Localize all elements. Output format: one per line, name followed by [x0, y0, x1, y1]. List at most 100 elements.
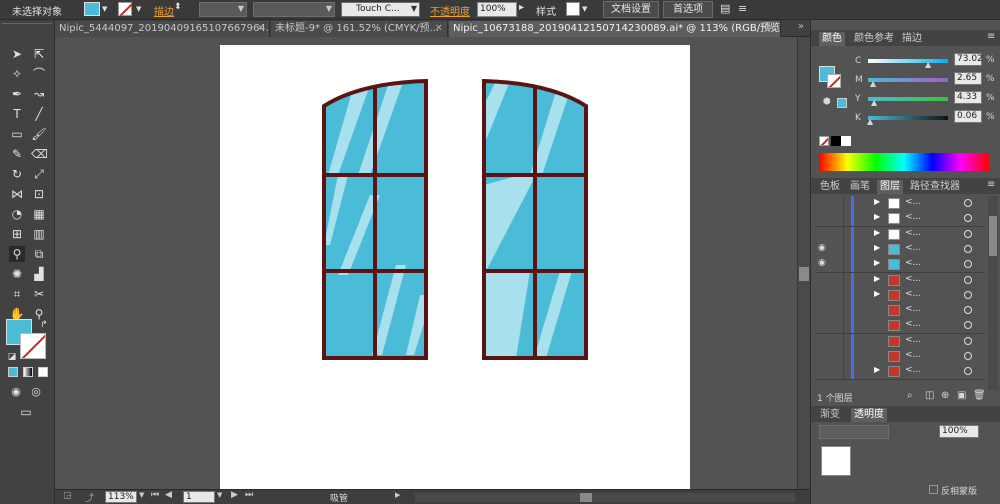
scale-tool-icon[interactable]: ⤢	[31, 166, 47, 182]
width-tool-icon[interactable]: ⋈	[9, 186, 25, 202]
next-artboard-icon[interactable]: ▶	[231, 490, 238, 500]
tab-document-3[interactable]: Nipic_10673188_20190412150714230089.ai* …	[449, 21, 781, 37]
layer-row[interactable]: ▶ <...	[815, 211, 985, 228]
expand-arrow-icon[interactable]: ▶	[874, 212, 880, 221]
black-color-chip[interactable]	[831, 136, 841, 146]
target-circle-icon[interactable]	[964, 229, 972, 238]
chevron-down-icon[interactable]: ▼	[102, 5, 107, 13]
stroke-stepper-icon[interactable]: ⬍	[174, 2, 182, 12]
pen-tool-icon[interactable]: ✒	[9, 86, 25, 102]
brush-dropdown[interactable]: Touch C... ▼	[341, 2, 420, 17]
draw-behind-icon[interactable]: ◎	[28, 384, 44, 400]
blend-mode-dropdown[interactable]	[819, 425, 889, 439]
variable-width-dropdown[interactable]: ▼	[253, 2, 335, 17]
visibility-toggle[interactable]	[818, 350, 828, 362]
stroke-swatch[interactable]	[118, 2, 132, 16]
artboard[interactable]	[220, 45, 690, 489]
perspective-grid-icon[interactable]: ▦	[31, 206, 47, 222]
zoom-dropdown-icon[interactable]: ▼	[139, 491, 144, 499]
close-icon[interactable]: ✕	[257, 21, 265, 36]
slider-m[interactable]	[868, 78, 948, 82]
lock-toggle[interactable]	[832, 318, 844, 334]
tab-pathfinder[interactable]: 路径查找器	[907, 180, 963, 194]
layer-row[interactable]: ▶ <...	[815, 272, 985, 289]
horizontal-scrollbar-thumb[interactable]	[580, 493, 592, 502]
swap-colors-icon[interactable]: ↱	[36, 317, 52, 333]
lock-toggle[interactable]	[832, 303, 844, 319]
layer-row[interactable]: <...	[815, 303, 985, 320]
lasso-icon[interactable]: ⌒	[31, 66, 47, 82]
screen-mode-icon[interactable]: ▭	[18, 404, 34, 420]
slider-k-thumb[interactable]: ▲	[867, 117, 873, 126]
expand-arrow-icon[interactable]: ▶	[874, 243, 880, 252]
stroke-weight-dropdown[interactable]: ▼	[199, 2, 247, 17]
channel-m-value[interactable]: 2.65	[954, 72, 982, 85]
artboard-tool-icon[interactable]: ⌗	[9, 286, 25, 302]
default-colors-icon[interactable]: ◪	[4, 349, 20, 365]
last-artboard-icon[interactable]: ⏭	[245, 490, 253, 500]
line-tool-icon[interactable]: ╱	[31, 106, 47, 122]
shape-builder-icon[interactable]: ◔	[9, 206, 25, 222]
prev-artboard-icon[interactable]: ◀	[165, 490, 172, 500]
visibility-toggle[interactable]	[818, 365, 828, 377]
artboard-nav-icon[interactable]: ◲	[63, 491, 72, 501]
curvature-tool-icon[interactable]: ↝	[31, 86, 47, 102]
panel-options-icon[interactable]: ≡	[738, 2, 747, 15]
target-circle-icon[interactable]	[964, 367, 972, 376]
target-circle-icon[interactable]	[964, 244, 972, 253]
chevron-down-icon[interactable]: ▼	[582, 5, 587, 13]
tab-color[interactable]: 颜色	[819, 32, 845, 46]
lock-toggle[interactable]	[832, 272, 844, 288]
visibility-toggle[interactable]	[818, 335, 828, 347]
draw-mode-icon[interactable]: ◉	[8, 384, 24, 400]
layers-scrollbar[interactable]	[988, 196, 998, 390]
target-circle-icon[interactable]	[964, 306, 972, 315]
slider-y[interactable]	[868, 97, 948, 101]
layer-row[interactable]: ◉ ▶ <...	[815, 241, 985, 258]
slider-k[interactable]	[868, 116, 948, 120]
mesh-tool-icon[interactable]: ⊞	[9, 226, 25, 242]
lock-toggle[interactable]	[832, 257, 844, 273]
channel-y-value[interactable]: 4.33	[954, 91, 982, 104]
stroke-label[interactable]: 描边	[154, 3, 174, 18]
arrange-documents-icon[interactable]: ▤	[720, 2, 730, 15]
canvas-vertical-scrollbar[interactable]	[797, 37, 810, 489]
visibility-toggle[interactable]	[818, 319, 828, 331]
lock-toggle[interactable]	[832, 211, 844, 227]
tab-gradient[interactable]: 渐变	[817, 408, 843, 422]
layer-row[interactable]: <...	[815, 333, 985, 350]
first-artboard-icon[interactable]: ⏮	[151, 490, 159, 500]
visibility-toggle[interactable]	[818, 274, 828, 286]
tabs-overflow-icon[interactable]: »	[798, 21, 804, 32]
slider-m-thumb[interactable]: ▲	[870, 79, 876, 88]
tab-stroke[interactable]: 描边	[899, 32, 925, 46]
rotate-tool-icon[interactable]: ↻	[9, 166, 25, 182]
canvas-horizontal-scrollbar[interactable]	[415, 493, 795, 502]
expand-arrow-icon[interactable]: ▶	[874, 289, 880, 298]
target-circle-icon[interactable]	[964, 352, 972, 360]
white-color-chip[interactable]	[841, 136, 851, 146]
direct-selection-tool-icon[interactable]: ⇱	[31, 46, 47, 62]
preferences-button[interactable]: 首选项	[663, 1, 713, 18]
new-layer-icon[interactable]: ▣	[957, 390, 966, 401]
paintbrush-icon[interactable]: 🖌	[31, 126, 47, 142]
target-circle-icon[interactable]	[964, 214, 972, 223]
none-color-chip[interactable]	[819, 136, 829, 146]
target-circle-icon[interactable]	[964, 260, 972, 269]
slider-c[interactable]	[868, 59, 948, 63]
artboard-number-input[interactable]: 1	[183, 491, 215, 503]
target-circle-icon[interactable]	[964, 336, 972, 345]
pencil-icon[interactable]: ✎	[9, 146, 25, 162]
invert-mask-checkbox[interactable]	[929, 485, 938, 494]
scrollbar-thumb[interactable]	[799, 267, 809, 281]
target-circle-icon[interactable]	[964, 290, 972, 299]
channel-k-value[interactable]: 0.06	[954, 110, 982, 123]
magic-wand-icon[interactable]: ✧	[9, 66, 25, 82]
panel-menu-icon[interactable]: ≡	[987, 179, 995, 190]
expand-arrow-icon[interactable]: ▶	[874, 258, 880, 267]
tab-color-guide[interactable]: 颜色参考	[851, 32, 897, 46]
expand-arrow-icon[interactable]: ▶	[874, 365, 880, 374]
eye-icon[interactable]: ◉	[818, 258, 826, 268]
visibility-toggle[interactable]	[818, 289, 828, 301]
transparency-opacity-input[interactable]: 100%	[939, 425, 979, 438]
